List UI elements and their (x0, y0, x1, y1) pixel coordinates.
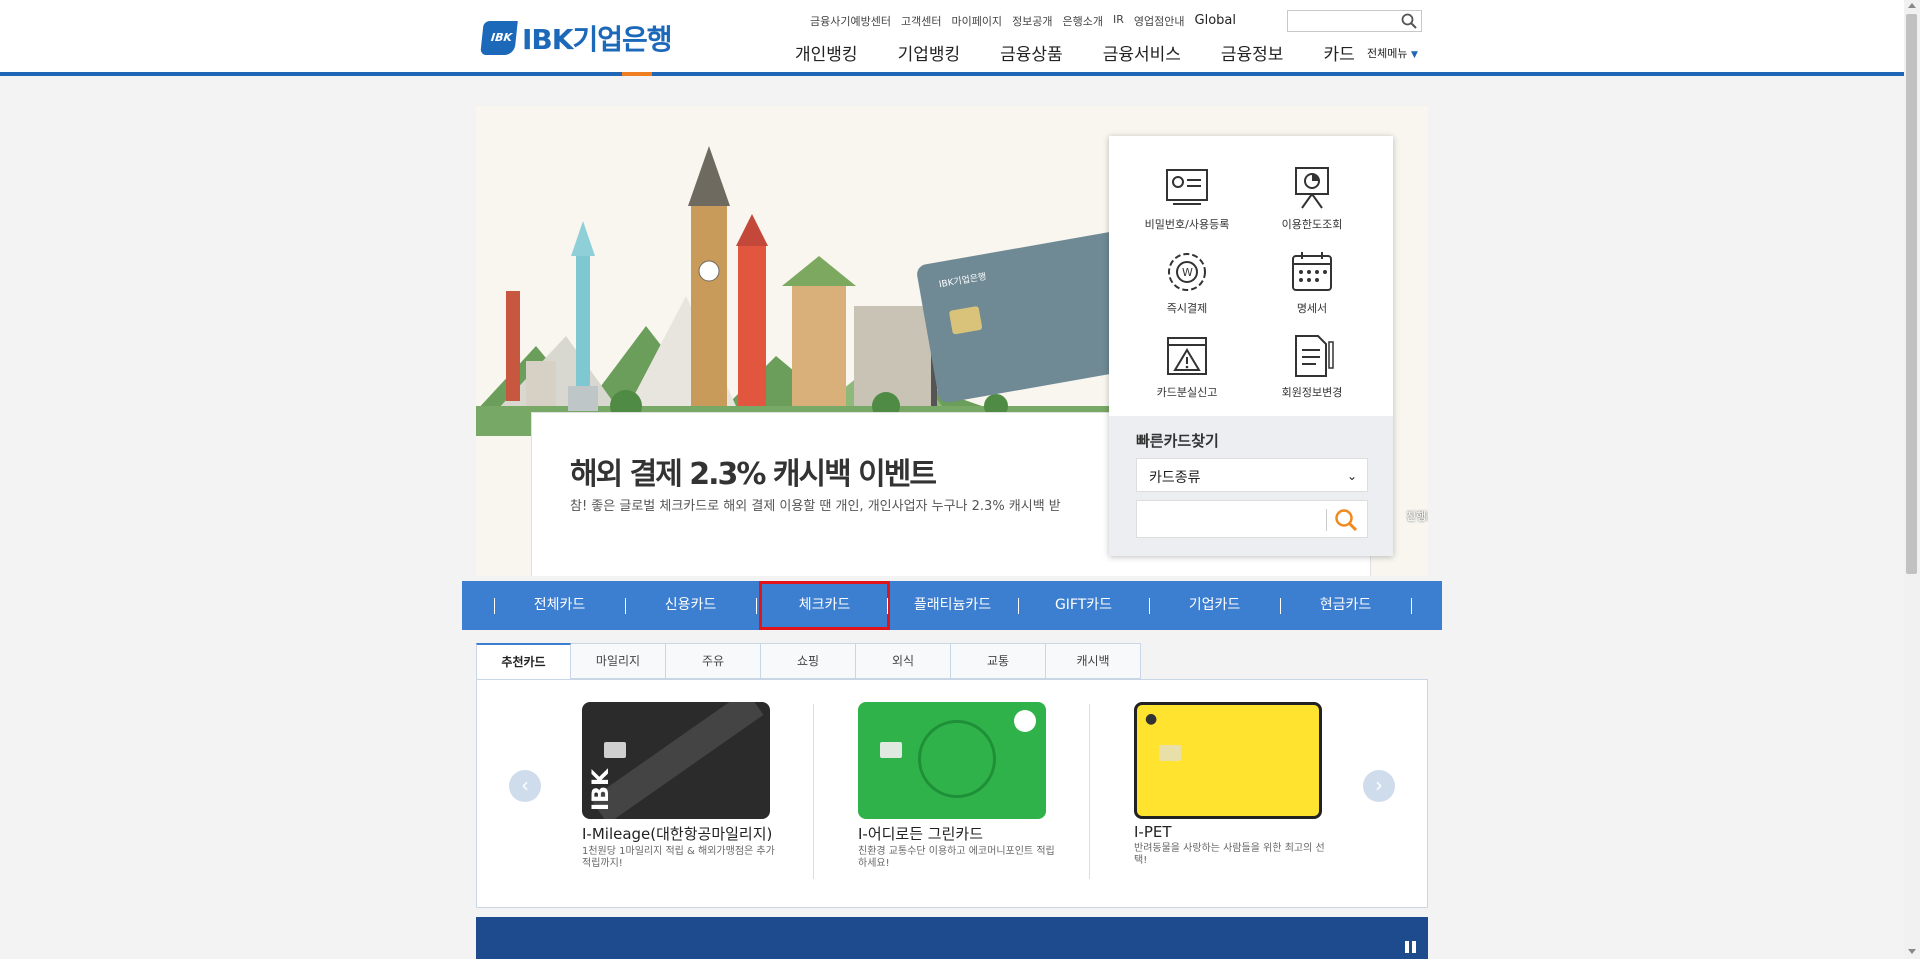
site-header: IBK IBK기업은행 금융사기예방센터 고객센터 마이페이지 정보공개 은행소… (0, 0, 1904, 76)
category-corporate[interactable]: 기업카드 (1149, 581, 1280, 630)
card-description: 1천원당 1마일리지 적립 & 해외가맹점은 추가 적립까지! (582, 846, 775, 869)
card-image[interactable] (858, 702, 1046, 819)
divider (1089, 704, 1090, 879)
divider (813, 704, 814, 879)
quick-lost-card[interactable]: 카드분실신고 (1127, 332, 1247, 400)
search-icon[interactable] (1333, 507, 1359, 533)
quick-label: 카드분실신고 (1156, 386, 1218, 399)
tab-dining[interactable]: 외식 (856, 643, 951, 679)
quick-label: 즉시결제 (1166, 302, 1208, 315)
util-mypage[interactable]: 마이페이지 (951, 13, 1002, 29)
chevron-down-icon: ▼ (1410, 50, 1418, 60)
next-arrow-icon[interactable]: › (1363, 770, 1395, 802)
util-branch[interactable]: 영업점안내 (1134, 13, 1185, 29)
main-nav: 개인뱅킹 기업뱅킹 금융상품 금융서비스 금융정보 카드 (795, 40, 1395, 65)
quick-instant-payment[interactable]: W 즉시결제 (1127, 248, 1247, 316)
prev-arrow-icon[interactable]: ‹ (509, 770, 541, 802)
quick-label: 비밀번호/사용등록 (1144, 218, 1230, 231)
lost-card-warning-icon (1167, 337, 1207, 375)
tab-cashback[interactable]: 캐시백 (1046, 643, 1141, 679)
card-image[interactable]: IBK (582, 702, 770, 819)
util-fraud-center[interactable]: 금융사기예방센터 (810, 13, 891, 29)
nav-personal-banking[interactable]: 개인뱅킹 (795, 40, 858, 65)
card-name[interactable]: I-Mileage(대한항공마일리지) (582, 823, 782, 844)
tab-recommended[interactable]: 추천카드 (476, 643, 571, 679)
limit-inquiry-icon (1295, 167, 1329, 209)
tab-transport[interactable]: 교통 (951, 643, 1046, 679)
ibk-logo-mark: IBK (480, 21, 518, 55)
card-item[interactable]: IBK I-Mileage(대한항공마일리지) 1천원당 1마일리지 적립 & … (582, 702, 782, 870)
util-disclosure[interactable]: 정보공개 (1012, 13, 1052, 29)
card-name[interactable]: I-PET (1134, 823, 1334, 841)
banner-title: 해외 결제 2.3% 캐시백 이벤트 (570, 457, 937, 492)
input-divider (1326, 509, 1327, 531)
nav-corporate-banking[interactable]: 기업뱅킹 (898, 40, 961, 65)
banner-subtitle: 참! 좋은 글로벌 체크카드로 해외 결제 이용할 땐 개인, 개인사업자 누구… (570, 499, 1061, 514)
instant-payment-icon: W (1168, 253, 1206, 291)
banner-caption[interactable]: 진행중인 이벤트 전체보기 · BC공모이벤트 (1406, 508, 1428, 524)
util-ir[interactable]: IR (1113, 13, 1124, 29)
util-about[interactable]: 은행소개 (1063, 13, 1103, 29)
scroll-up-icon[interactable] (1908, 3, 1916, 8)
category-check[interactable]: 체크카드 (759, 581, 890, 630)
header-search-input[interactable] (1287, 10, 1422, 32)
recommended-cards-panel: ‹ › IBK I-Mileage(대한항공마일리지) 1천원당 1마일리지 적… (476, 679, 1428, 908)
finder-title: 빠른카드찾기 (1136, 432, 1219, 450)
card-item[interactable]: I-어디로든 그린카드 친환경 교통수단 이용하고 에코머니포인트 적립하세요! (858, 702, 1058, 870)
card-description: 친환경 교통수단 이용하고 에코머니포인트 적립하세요! (858, 846, 1055, 869)
quick-limit-inquiry[interactable]: 이용한도조회 (1252, 164, 1372, 232)
header-divider (0, 72, 1904, 76)
category-cash[interactable]: 현금카드 (1280, 581, 1411, 630)
card-name[interactable]: I-어디로든 그린카드 (858, 823, 1058, 844)
card-type-select[interactable]: 카드종류 ⌄ (1136, 458, 1368, 492)
quick-password-register[interactable]: 비밀번호/사용등록 (1127, 164, 1247, 232)
category-credit[interactable]: 신용카드 (625, 581, 756, 630)
quick-member-info[interactable]: 회원정보변경 (1252, 332, 1372, 400)
statement-calendar-icon (1292, 252, 1332, 291)
nav-financial-services[interactable]: 금융서비스 (1103, 40, 1181, 65)
bottom-banner (476, 917, 1428, 959)
paw-icon: ● (1145, 711, 1158, 727)
divider (1411, 598, 1412, 614)
pause-icon[interactable] (1405, 941, 1416, 953)
util-customer-center[interactable]: 고객센터 (901, 13, 941, 29)
divider (756, 598, 757, 614)
password-register-icon (1166, 169, 1208, 205)
scroll-down-icon[interactable] (1908, 949, 1916, 954)
chevron-down-icon: ⌄ (1346, 469, 1357, 483)
svg-text:W: W (1182, 266, 1193, 279)
quick-statement[interactable]: 명세서 (1252, 248, 1372, 316)
nav-financial-info[interactable]: 금융정보 (1221, 40, 1284, 65)
card-category-bar: 전체카드 신용카드 체크카드 플래티늄카드 GIFT카드 기업카드 현금카드 (462, 581, 1442, 630)
card-image[interactable]: ● (1134, 702, 1322, 819)
tab-mileage[interactable]: 마일리지 (571, 643, 666, 679)
category-all[interactable]: 전체카드 (494, 581, 625, 630)
tab-fuel[interactable]: 주유 (666, 643, 761, 679)
card-theme-tabs: 추천카드 마일리지 주유 쇼핑 외식 교통 캐시백 (476, 643, 1141, 679)
category-platinum[interactable]: 플래티늄카드 (887, 581, 1018, 630)
quick-label: 회원정보변경 (1281, 386, 1343, 399)
nav-card[interactable]: 카드 (1323, 40, 1354, 65)
active-nav-indicator (622, 72, 652, 76)
search-icon[interactable] (1401, 13, 1417, 29)
nav-financial-products[interactable]: 금융상품 (1000, 40, 1063, 65)
card-item[interactable]: ● I-PET 반려동물을 사랑하는 사람들을 위한 최고의 선택! (1134, 702, 1334, 867)
utility-links: 금융사기예방센터 고객센터 마이페이지 정보공개 은행소개 IR 영업점안내 G… (810, 13, 1236, 29)
quick-label: 이용한도조회 (1281, 218, 1343, 231)
quick-menu-panel: 비밀번호/사용등록 이용한도조회 W 즉시결제 명세서 카드분실신고 회원정보변… (1109, 136, 1393, 556)
member-info-edit-icon (1295, 335, 1334, 377)
card-description: 반려동물을 사랑하는 사람들을 위한 최고의 선택! (1134, 843, 1325, 866)
card-search-input[interactable] (1136, 500, 1368, 538)
all-menu-button[interactable]: 전체메뉴 ▼ (1367, 45, 1418, 61)
quick-card-finder: 빠른카드찾기 카드종류 ⌄ (1109, 416, 1393, 556)
logo-text: IBK기업은행 (522, 23, 672, 56)
scrollbar-thumb[interactable] (1906, 14, 1917, 574)
ibk-logo[interactable]: IBK IBK기업은행 (480, 18, 672, 58)
quick-label: 명세서 (1296, 302, 1328, 315)
util-global[interactable]: Global (1195, 13, 1236, 29)
tab-shopping[interactable]: 쇼핑 (761, 643, 856, 679)
category-gift[interactable]: GIFT카드 (1018, 581, 1149, 630)
